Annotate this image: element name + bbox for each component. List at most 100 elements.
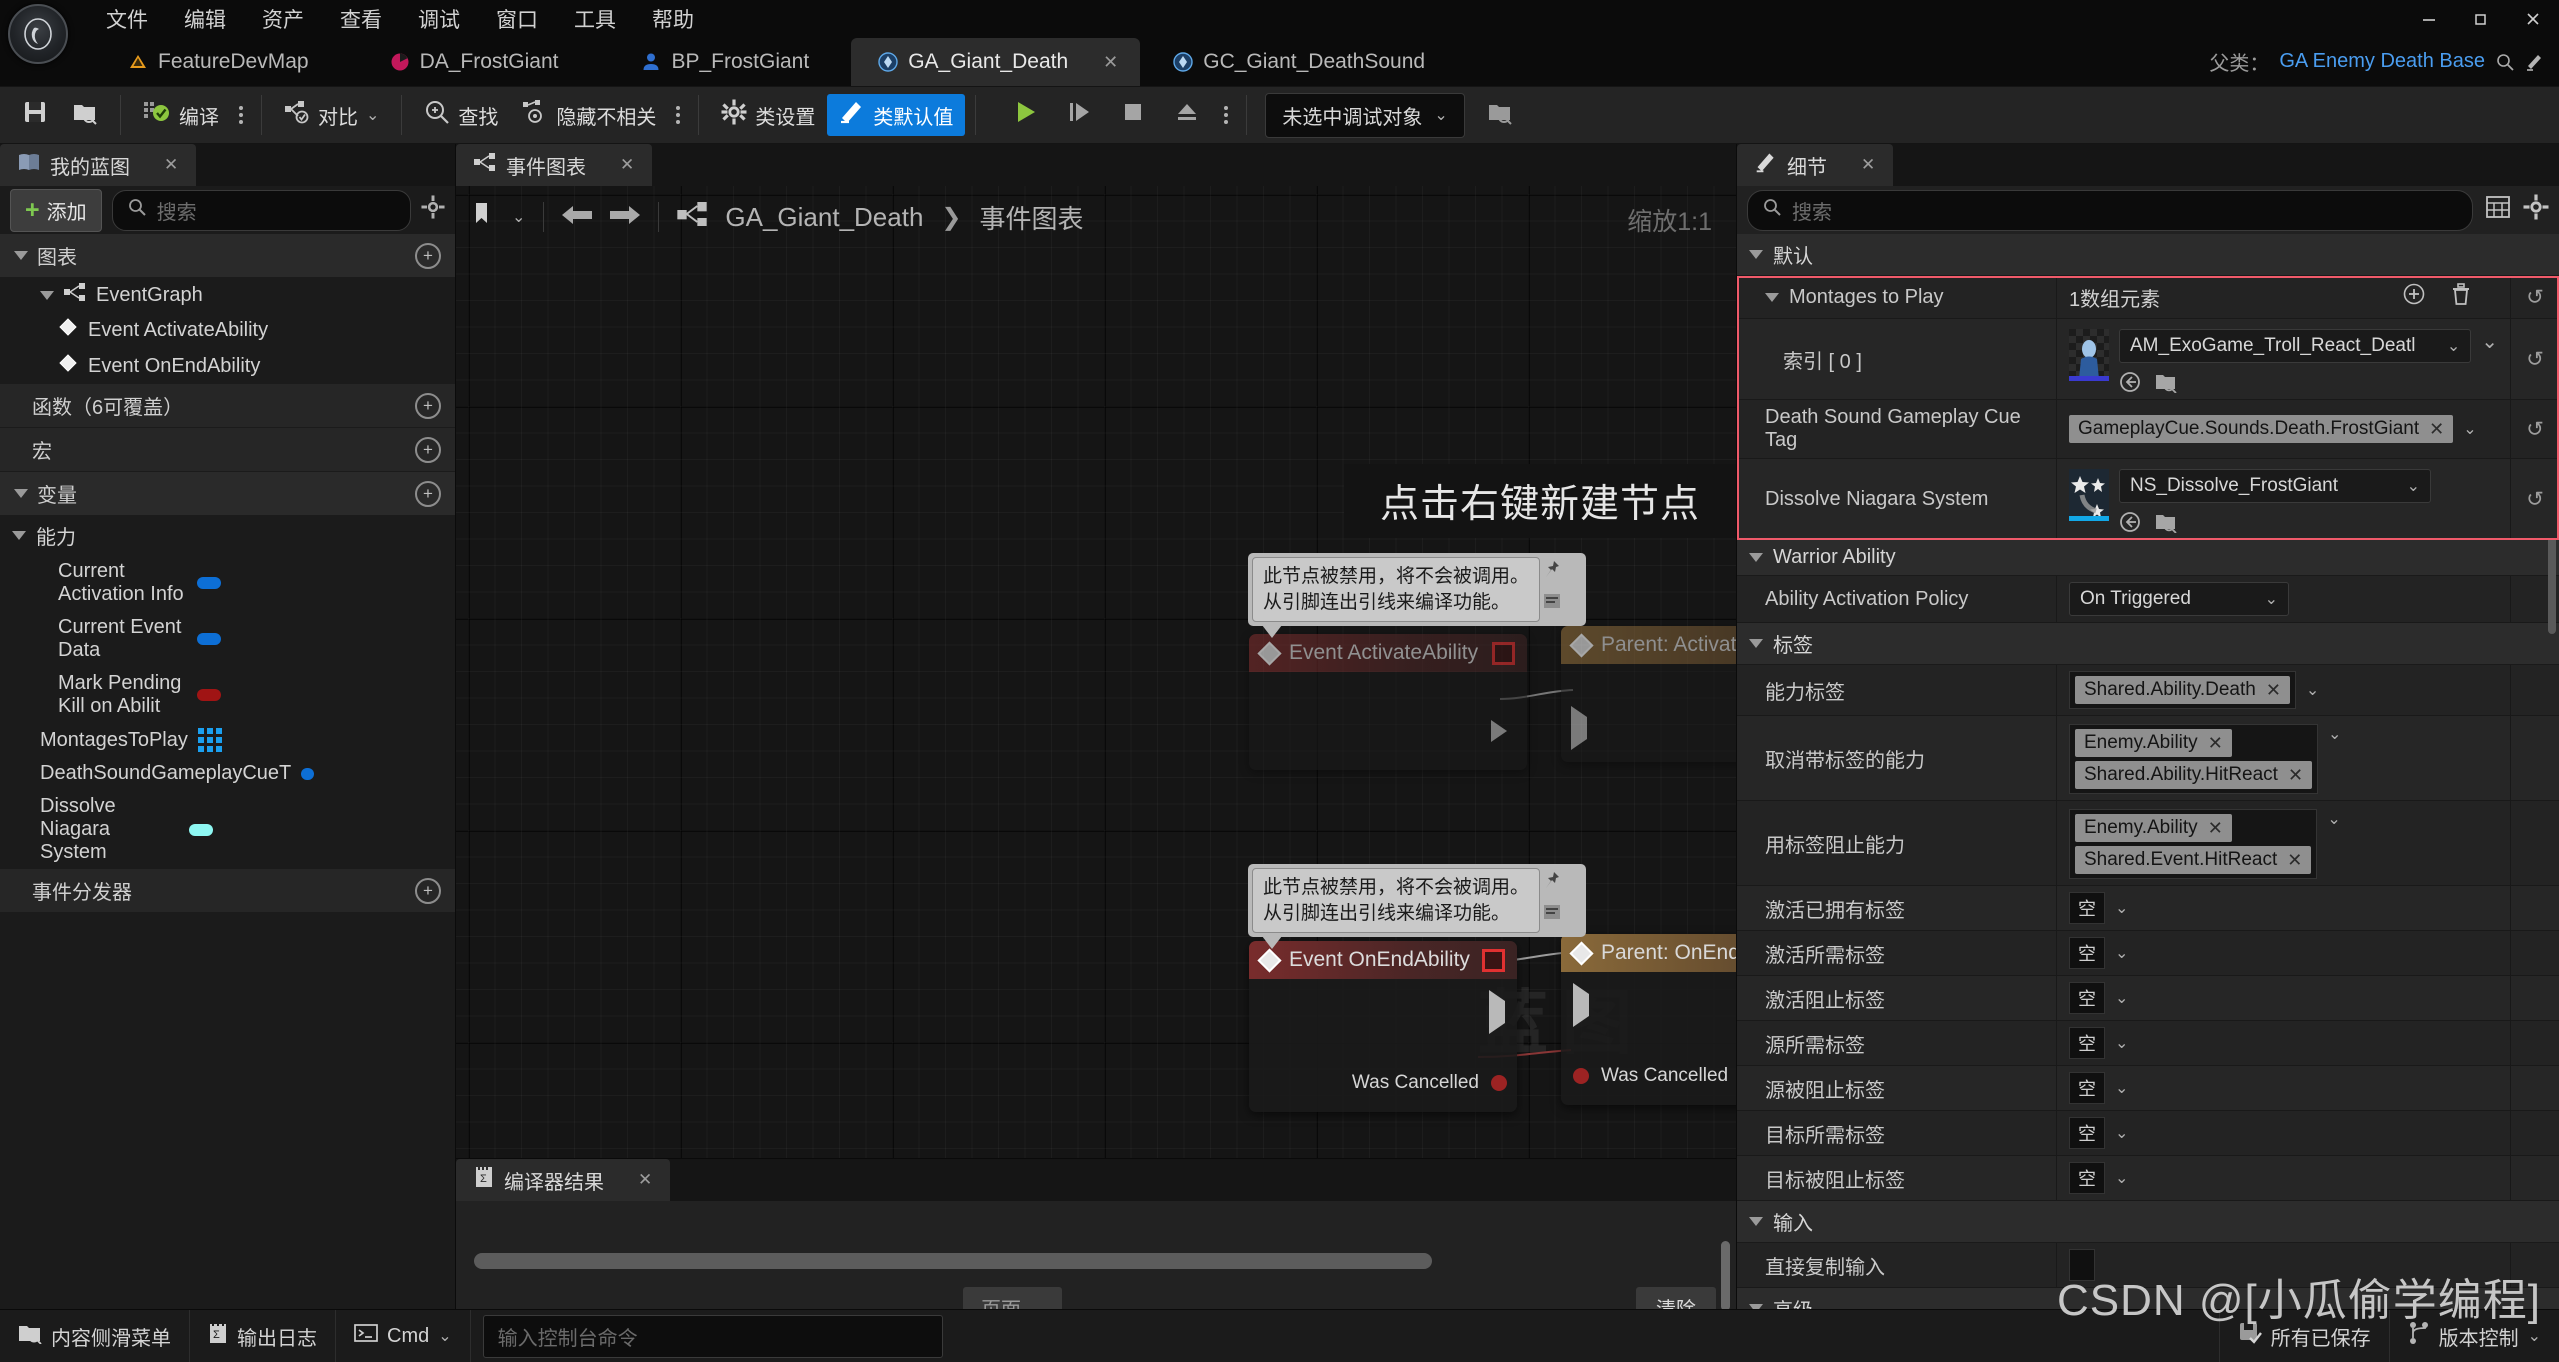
- chevron-down-icon[interactable]: ⌄: [2327, 809, 2340, 829]
- variable-montagestoplay[interactable]: MontagesToPlay: [0, 723, 455, 757]
- edit-pencil-icon[interactable]: [2525, 52, 2545, 72]
- chevron-down-icon[interactable]: ⌄: [2115, 1078, 2128, 1098]
- browse-to-asset-icon[interactable]: [2155, 371, 2177, 394]
- output-log-button[interactable]: Σ 输出日志: [190, 1310, 336, 1362]
- chevron-down-icon[interactable]: ⌄: [2306, 680, 2319, 700]
- property-row-activation-blocked-tags[interactable]: 激活阻止标签 空 ⌄: [1737, 976, 2559, 1021]
- section-functions[interactable]: 函数（6可覆盖） +: [0, 384, 455, 428]
- clear-array-button[interactable]: [2450, 282, 2472, 312]
- reset-to-default-button[interactable]: ↺: [2510, 459, 2559, 539]
- add-graph-button[interactable]: +: [415, 242, 441, 269]
- node-event-onendability[interactable]: Event OnEndAbility Was Cancelled: [1249, 941, 1517, 1112]
- property-row-index-0[interactable]: 索引 [ 0 ] AM_ExoGame_Troll_React_Deatl ⌄ …: [1737, 319, 2559, 400]
- section-graphs[interactable]: 图表 +: [0, 234, 455, 278]
- menu-item-edit[interactable]: 编辑: [166, 2, 244, 36]
- caret-down-icon[interactable]: [1749, 639, 1763, 648]
- caret-down-icon[interactable]: [40, 290, 54, 300]
- compiler-results-body[interactable]: 页面 ⌄ 清除: [456, 1201, 1736, 1328]
- property-row-death-sound-cue-tag[interactable]: Death Sound Gameplay Cue Tag GameplayCue…: [1737, 400, 2559, 459]
- close-icon[interactable]: ✕: [620, 155, 634, 175]
- caret-down-icon[interactable]: [14, 251, 28, 260]
- comment-pin-controls[interactable]: [1540, 557, 1565, 614]
- menu-item-tools[interactable]: 工具: [556, 2, 634, 36]
- niagara-asset-selector[interactable]: NS_Dissolve_FrostGiant ⌄: [2119, 469, 2431, 503]
- graph-canvas[interactable]: ⌄ GA_Giant_Death ❯ 事件图表 缩放1:1 点击右键新建节点 此…: [456, 186, 1736, 1158]
- search-icon[interactable]: [2495, 52, 2515, 72]
- menu-item-debug[interactable]: 调试: [400, 2, 478, 36]
- details-column-view-button[interactable]: [2485, 194, 2511, 226]
- activation-policy-select[interactable]: On Triggered ⌄: [2069, 582, 2289, 616]
- find-button[interactable]: 查找: [412, 94, 510, 136]
- tag-container[interactable]: Shared.Ability.Death ✕: [2069, 671, 2296, 709]
- tree-item-event-activateability[interactable]: Event ActivateAbility: [0, 312, 455, 348]
- menu-item-help[interactable]: 帮助: [634, 2, 712, 36]
- tab-my-blueprint[interactable]: 我的蓝图 ✕: [0, 144, 197, 186]
- property-row-montages-to-play[interactable]: Montages to Play 1数组元素 ↺: [1737, 276, 2559, 319]
- caret-down-icon[interactable]: [1749, 1217, 1763, 1226]
- minimize-button[interactable]: [2403, 0, 2455, 38]
- tab-details[interactable]: 细节 ✕: [1737, 144, 1894, 186]
- compile-options-button[interactable]: [231, 106, 251, 124]
- pin-icon[interactable]: [1544, 561, 1560, 585]
- gameplay-tag-chip[interactable]: Shared.Event.HitReact ✕: [2075, 846, 2312, 874]
- chevron-down-icon[interactable]: ⌄: [2115, 1123, 2128, 1143]
- asset-thumbnail[interactable]: [2069, 329, 2109, 381]
- gameplay-tag-chip[interactable]: Shared.Ability.HitReact ✕: [2075, 761, 2313, 789]
- content-drawer-button[interactable]: 内容侧滑菜单: [0, 1310, 190, 1362]
- tab-da-frostgiant[interactable]: DA_FrostGiant: [349, 38, 599, 86]
- empty-tag-box[interactable]: 空: [2069, 1027, 2105, 1059]
- compiler-horizontal-scrollbar[interactable]: [474, 1253, 1432, 1269]
- property-row-source-blocked-tags[interactable]: 源被阻止标签 空 ⌄: [1737, 1066, 2559, 1111]
- add-function-button[interactable]: +: [415, 392, 441, 419]
- menu-item-window[interactable]: 窗口: [478, 2, 556, 36]
- compiler-vertical-scrollbar[interactable]: [1721, 1241, 1730, 1311]
- chevron-down-icon[interactable]: ⌄: [2463, 419, 2476, 439]
- tab-bp-frostgiant[interactable]: BP_FrostGiant: [598, 38, 851, 86]
- menu-item-view[interactable]: 查看: [322, 2, 400, 36]
- chevron-down-icon[interactable]: ⌄: [2328, 724, 2341, 744]
- pin-icon[interactable]: [1544, 872, 1560, 896]
- step-button[interactable]: [1054, 94, 1104, 136]
- add-button[interactable]: + 添加: [10, 188, 102, 232]
- tab-ga-giant-death[interactable]: GA_Giant_Death ✕: [851, 38, 1141, 86]
- browse-content-button[interactable]: [60, 94, 110, 136]
- gameplay-tag-chip[interactable]: Enemy.Ability ✕: [2075, 814, 2232, 842]
- details-search-input[interactable]: 搜索: [1747, 189, 2473, 231]
- play-options-button[interactable]: [1216, 106, 1236, 124]
- node-parent-activateability[interactable]: Parent: ActivateAbility: [1561, 626, 1736, 762]
- tree-item-eventgraph[interactable]: EventGraph: [0, 278, 455, 312]
- gameplay-tag-chip[interactable]: Shared.Ability.Death ✕: [2075, 676, 2290, 704]
- property-row-block-abilities-with-tag[interactable]: 用标签阻止能力 Enemy.Ability ✕ Shared.Event.Hit…: [1737, 801, 2559, 886]
- exec-out-pin[interactable]: [1491, 720, 1507, 742]
- caret-down-icon[interactable]: [1749, 250, 1763, 259]
- property-row-dissolve-niagara-system[interactable]: Dissolve Niagara System NS_Dissolve_Fros…: [1737, 459, 2559, 540]
- chevron-down-icon[interactable]: ⌄: [2115, 898, 2128, 918]
- empty-tag-box[interactable]: 空: [2069, 982, 2105, 1014]
- class-settings-button[interactable]: 类设置: [709, 94, 827, 136]
- remove-tag-icon[interactable]: ✕: [2266, 680, 2281, 701]
- add-macro-button[interactable]: +: [415, 436, 441, 463]
- close-icon[interactable]: ✕: [164, 155, 178, 175]
- empty-tag-box[interactable]: 空: [2069, 1162, 2105, 1194]
- section-variables[interactable]: 变量 +: [0, 472, 455, 516]
- node-event-activateability[interactable]: Event ActivateAbility: [1249, 634, 1527, 770]
- tab-featuredevmap[interactable]: FeatureDevMap: [105, 38, 349, 86]
- empty-tag-box[interactable]: 空: [2069, 1117, 2105, 1149]
- my-blueprint-search[interactable]: 搜索: [111, 189, 411, 231]
- class-defaults-button[interactable]: 类默认值: [827, 94, 966, 136]
- browse-to-asset-icon[interactable]: [2155, 511, 2177, 534]
- variable-current-event-data[interactable]: Current Event Data: [0, 611, 455, 667]
- asset-thumbnail[interactable]: [2069, 469, 2109, 521]
- exec-in-pin[interactable]: [1573, 983, 1589, 1027]
- category-default[interactable]: 默认: [1737, 234, 2559, 276]
- eject-button[interactable]: [1162, 94, 1212, 136]
- variable-group-ability[interactable]: 能力: [0, 516, 455, 555]
- node-parent-onendability[interactable]: Parent: OnEndAbility Was Cancelled: [1561, 934, 1736, 1105]
- play-button[interactable]: [1000, 94, 1050, 136]
- gameplay-tag-chip[interactable]: GameplayCue.Sounds.Death.FrostGiant ✕: [2069, 415, 2454, 443]
- gameplay-tag-chip[interactable]: Enemy.Ability ✕: [2075, 729, 2232, 757]
- tab-compiler-results[interactable]: Σ 编译器结果 ✕: [456, 1159, 671, 1201]
- remove-tag-icon[interactable]: ✕: [2288, 765, 2303, 786]
- reset-to-default-button[interactable]: ↺: [2510, 276, 2559, 318]
- property-row-activation-required-tags[interactable]: 激活所需标签 空 ⌄: [1737, 931, 2559, 976]
